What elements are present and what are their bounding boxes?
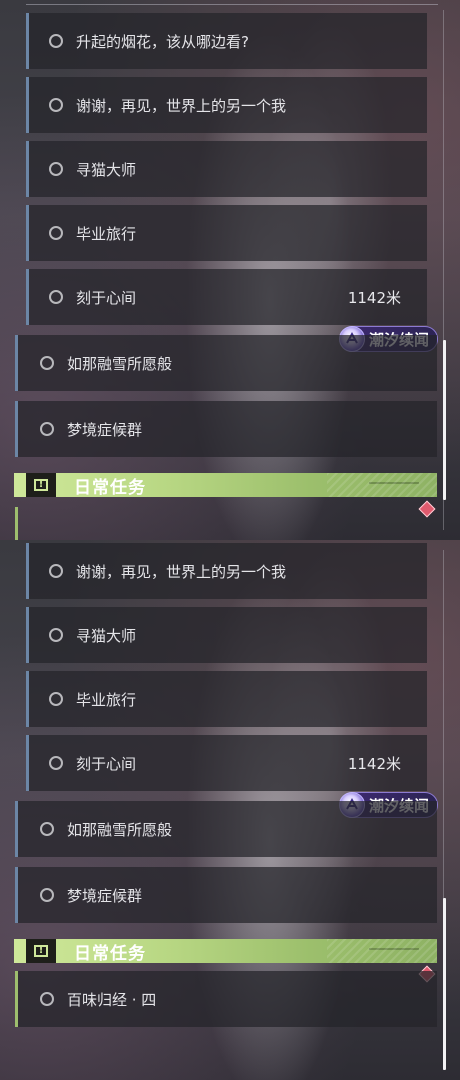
- daily-task-icon: !: [26, 939, 56, 963]
- quest-item[interactable]: 刻于心间 1142米: [26, 269, 427, 325]
- quest-circle-icon: [49, 290, 63, 304]
- quest-label: 梦境症候群: [67, 886, 143, 905]
- quest-circle-icon: [40, 822, 54, 836]
- quest-circle-icon: [49, 564, 63, 578]
- quest-circle-icon: [49, 34, 63, 48]
- daily-tasks-title: 日常任务: [74, 943, 146, 964]
- quest-item[interactable]: 如那融雪所愿般: [15, 335, 437, 391]
- quest-circle-icon: [49, 692, 63, 706]
- quest-circle-icon: [49, 98, 63, 112]
- quest-item[interactable]: 如那融雪所愿般: [15, 801, 437, 857]
- quest-label: 刻于心间: [76, 754, 137, 773]
- quest-tracker-panel-1: 升起的烟花，该从哪边看? 谢谢，再见，世界上的另一个我 寻猫大师 毕业旅行 刻于…: [0, 0, 460, 540]
- quest-circle-icon: [49, 628, 63, 642]
- quest-circle-icon: [40, 888, 54, 902]
- daily-quest-item[interactable]: 百味归经 · 四: [15, 971, 437, 1027]
- quest-label: 毕业旅行: [76, 690, 137, 709]
- quest-label: 谢谢，再见，世界上的另一个我: [76, 562, 287, 581]
- quest-circle-icon: [49, 226, 63, 240]
- quest-label: 毕业旅行: [76, 224, 137, 243]
- quest-circle-icon: [49, 162, 63, 176]
- quest-label: 梦境症候群: [67, 420, 143, 439]
- daily-header-decoration: [369, 948, 419, 950]
- daily-quest-edge: [15, 507, 18, 540]
- quest-circle-icon: [40, 422, 54, 436]
- quest-label: 如那融雪所愿般: [67, 820, 173, 839]
- quest-circle-icon: [40, 356, 54, 370]
- quest-distance: 1142米: [347, 288, 401, 307]
- quest-item[interactable]: 梦境症候群: [15, 867, 437, 923]
- daily-header-decoration: [369, 482, 419, 484]
- quest-label: 刻于心间: [76, 288, 137, 307]
- top-divider: [26, 4, 438, 5]
- daily-task-icon: !: [26, 473, 56, 497]
- daily-tasks-title: 日常任务: [74, 477, 146, 498]
- quest-label: 百味归经 · 四: [67, 990, 157, 1009]
- daily-tasks-header[interactable]: ! 日常任务: [14, 939, 437, 964]
- quest-label: 升起的烟花，该从哪边看?: [76, 32, 249, 51]
- daily-tasks-header[interactable]: ! 日常任务: [14, 473, 437, 498]
- quest-circle-icon: [49, 756, 63, 770]
- scrollbar-thumb[interactable]: [443, 898, 446, 1070]
- quest-item[interactable]: 寻猫大师: [26, 607, 427, 663]
- scrollbar-thumb[interactable]: [443, 340, 446, 500]
- quest-label: 寻猫大师: [76, 160, 137, 179]
- quest-tracker-panel-2: 谢谢，再见，世界上的另一个我 寻猫大师 毕业旅行 刻于心间 1142米 潮汐续闻…: [0, 540, 460, 1080]
- quest-item[interactable]: 刻于心间 1142米: [26, 735, 427, 791]
- quest-label: 谢谢，再见，世界上的另一个我: [76, 96, 287, 115]
- quest-item[interactable]: 毕业旅行: [26, 671, 427, 727]
- quest-label: 如那融雪所愿般: [67, 354, 173, 373]
- quest-distance: 1142米: [347, 754, 401, 773]
- quest-item[interactable]: 梦境症候群: [15, 401, 437, 457]
- quest-item[interactable]: 升起的烟花，该从哪边看?: [26, 13, 427, 69]
- quest-item[interactable]: 谢谢，再见，世界上的另一个我: [26, 543, 427, 599]
- quest-label: 寻猫大师: [76, 626, 137, 645]
- quest-item[interactable]: 寻猫大师: [26, 141, 427, 197]
- quest-item[interactable]: 谢谢，再见，世界上的另一个我: [26, 77, 427, 133]
- quest-item[interactable]: 毕业旅行: [26, 205, 427, 261]
- quest-marker-diamond-icon[interactable]: [418, 500, 436, 518]
- quest-circle-icon: [40, 992, 54, 1006]
